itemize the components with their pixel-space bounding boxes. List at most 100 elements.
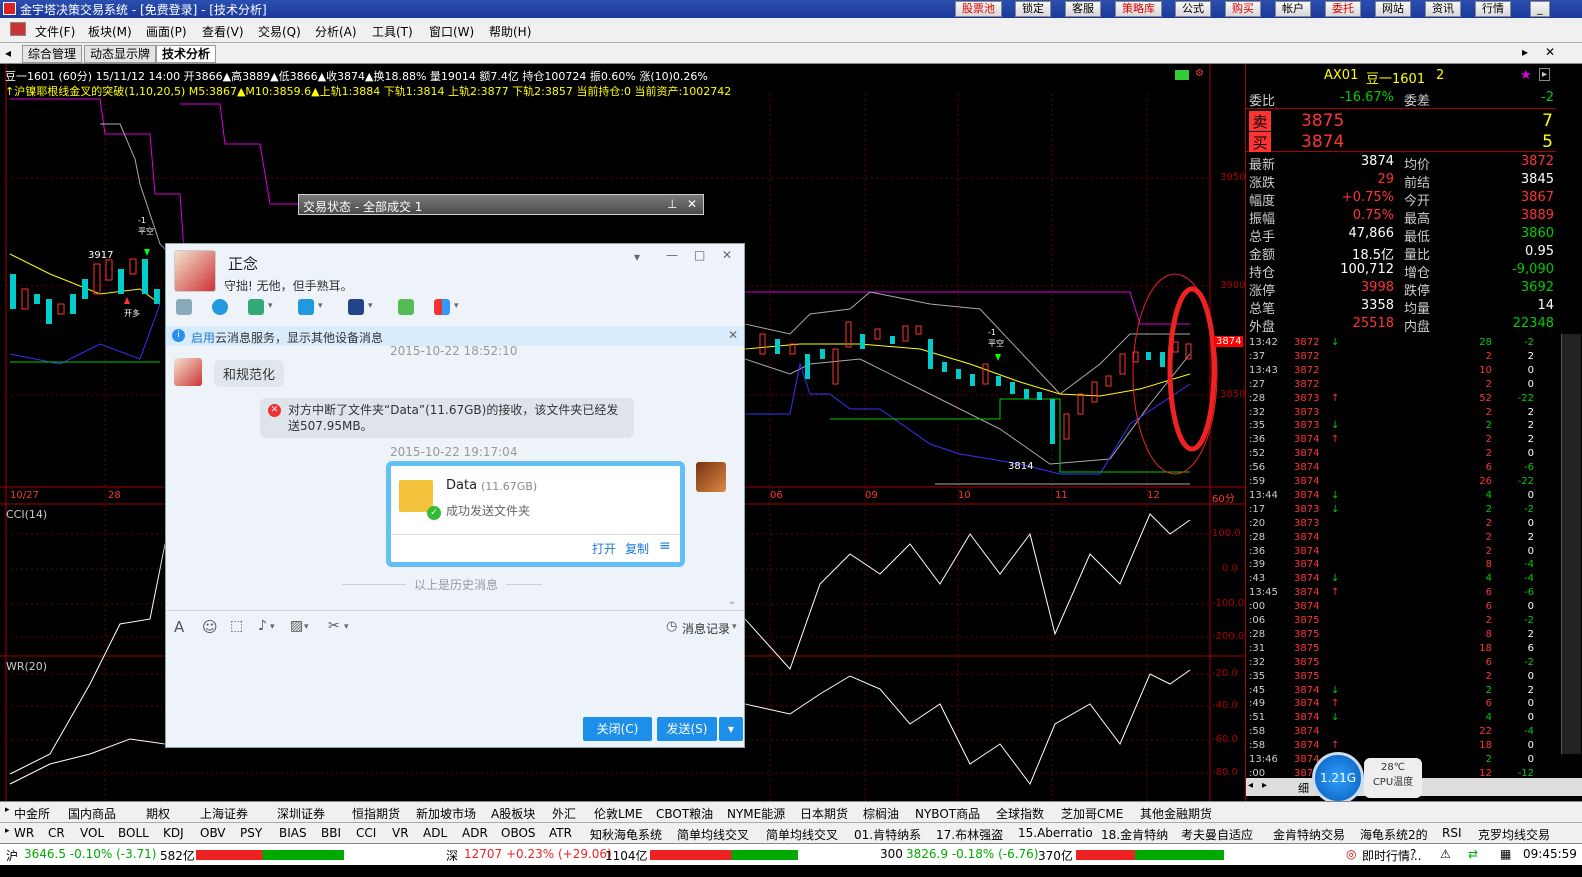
indicator-item[interactable]: 17.布林强盗 [936, 826, 1003, 843]
indicator-item[interactable]: CCI [356, 826, 376, 840]
indicator-item[interactable]: BIAS [279, 826, 307, 840]
chevron-down-icon[interactable]: ▾ [344, 622, 349, 632]
menu-window[interactable]: 窗口(W) [429, 23, 474, 40]
market-item[interactable]: 外汇 [552, 805, 576, 822]
notice-link[interactable]: 启用 [191, 329, 215, 346]
tab-management[interactable]: 综合管理 [22, 45, 83, 63]
indicator-item[interactable]: 简单均线交叉 [766, 826, 838, 843]
indicator-item[interactable]: CR [48, 826, 65, 840]
minimize-icon[interactable]: _ [1530, 1, 1550, 17]
message-record-button[interactable]: 消息记录 [682, 620, 730, 637]
screenshot-icon[interactable]: ⬚ [230, 618, 243, 634]
market-item[interactable]: 国内商品 [68, 805, 116, 822]
indicator-item[interactable]: ADL [423, 826, 447, 840]
indicator-item[interactable]: 简单均线交叉 [677, 826, 749, 843]
warning-icon[interactable]: ⚠ [1440, 847, 1451, 861]
title-button-strategy[interactable]: 策略库 [1115, 1, 1162, 17]
dropdown-icon[interactable]: ▾ [634, 250, 640, 264]
indicator-item[interactable]: ADR [462, 826, 488, 840]
image-icon[interactable]: ▨ [290, 618, 303, 634]
menu-trade[interactable]: 交易(Q) [258, 23, 301, 40]
market-item[interactable]: 恒指期货 [352, 805, 400, 822]
pin-icon[interactable]: ⊥ [667, 197, 677, 211]
market-item[interactable]: 新加坡市场 [416, 805, 476, 822]
chevron-down-icon[interactable]: ▾ [318, 301, 323, 311]
file-card[interactable]: ✓ Data (11.67GB) 成功发送文件夹 打开 复制 ≡ [386, 461, 685, 567]
remote-desktop-icon[interactable] [348, 299, 364, 315]
help-icon[interactable]: ? [1410, 847, 1416, 861]
clock-icon[interactable]: ◷ [666, 619, 677, 634]
video-call-icon[interactable] [212, 299, 228, 315]
emoji-icon[interactable]: ☺ [202, 618, 218, 636]
market-item[interactable]: 其他金融期货 [1140, 805, 1212, 822]
title-button-account[interactable]: 帐户 [1275, 1, 1311, 17]
market-item[interactable]: CBOT粮油 [656, 805, 713, 822]
send-button[interactable]: 发送(S) [657, 717, 717, 741]
new-discussion-icon[interactable] [398, 299, 414, 315]
indicator-item[interactable]: 18.金肯特纳 [1101, 826, 1168, 843]
title-button-news[interactable]: 资讯 [1425, 1, 1461, 17]
indicator-item[interactable]: OBV [200, 826, 226, 840]
indicator-item[interactable]: VR [392, 826, 409, 840]
chevron-down-icon[interactable]: ▾ [268, 301, 273, 311]
font-icon[interactable]: A [174, 618, 184, 636]
right-arrow-icon[interactable]: ▸ [1262, 780, 1267, 791]
title-button-order[interactable]: 委托 [1325, 1, 1361, 17]
chevron-down-icon[interactable]: ▾ [454, 301, 459, 311]
contact-avatar[interactable] [174, 250, 216, 292]
chat-window[interactable]: 正念 守拙! 无他，但手熟耳。 ▾ — □ ✕ ▾ ▾ ▾ ▾ i 启用 云消息… [165, 243, 745, 748]
chevron-down-icon[interactable]: ▾ [368, 301, 373, 311]
calculator-icon[interactable]: ▦ [1500, 847, 1511, 861]
market-item[interactable]: NYME能源 [727, 805, 785, 822]
title-button-buy[interactable]: 购买 [1225, 1, 1261, 17]
menu-help[interactable]: 帮助(H) [489, 23, 531, 40]
market-item[interactable]: 中金所 [14, 805, 50, 822]
market-item[interactable]: 深圳证券 [277, 805, 325, 822]
contact-avatar-small[interactable] [174, 358, 202, 386]
realtime-icon[interactable]: ◎ [1346, 847, 1356, 861]
apps-icon[interactable] [434, 299, 450, 315]
menu-screen[interactable]: 画面(P) [146, 23, 187, 40]
tab-technical-analysis[interactable]: 技术分析 [156, 45, 217, 63]
indicator-item[interactable]: PSY [240, 826, 262, 840]
indicator-item[interactable]: 01.肯特纳系 [854, 826, 921, 843]
my-avatar[interactable] [696, 462, 726, 492]
file-menu-icon[interactable]: ≡ [659, 538, 671, 554]
market-item[interactable]: 芝加哥CME [1061, 805, 1123, 822]
title-button-formula[interactable]: 公式 [1175, 1, 1211, 17]
market-item[interactable]: 日本期货 [800, 805, 848, 822]
indicator-icon[interactable] [1175, 70, 1189, 80]
file-open-link[interactable]: 打开 [592, 540, 616, 557]
indicator-item[interactable]: BOLL [118, 826, 149, 840]
notice-close-icon[interactable]: ✕ [728, 328, 738, 342]
tick-scrollbar[interactable] [1561, 334, 1581, 754]
file-copy-link[interactable]: 复制 [625, 540, 649, 557]
market-item[interactable]: A股板块 [491, 805, 535, 822]
share-screen-icon[interactable] [248, 299, 264, 315]
indicator-item[interactable]: 海龟系统2的 [1360, 826, 1428, 843]
window-minimize-icon[interactable]: — [666, 248, 678, 262]
close-button[interactable]: 关闭(C) [583, 717, 652, 741]
toolbar-arrow-icon[interactable]: ▸ [5, 826, 10, 836]
quote-menu-icon[interactable]: ▸ [1539, 68, 1551, 81]
scissors-icon[interactable]: ✂ [328, 618, 340, 634]
toolbar-arrow-icon[interactable]: ▸ [5, 805, 10, 815]
tab-next-icon[interactable]: ▸ [1522, 45, 1528, 59]
tab-dynamic-board[interactable]: 动态显示牌 [84, 45, 157, 63]
menu-file[interactable]: 文件(F) [35, 23, 75, 40]
menu-tools[interactable]: 工具(T) [372, 23, 413, 40]
menu-analysis[interactable]: 分析(A) [315, 23, 357, 40]
chevron-down-icon[interactable]: ▾ [732, 622, 737, 632]
market-item[interactable]: 全球指数 [996, 805, 1044, 822]
indicator-item[interactable]: 知秋海龟系统 [590, 826, 662, 843]
tab-prev-icon[interactable]: ◂ [5, 46, 11, 60]
trade-status-window[interactable]: 交易状态 - 全部成交 1 ⊥ ✕ [298, 194, 704, 215]
title-button-service[interactable]: 客服 [1065, 1, 1101, 17]
indicator-item[interactable]: 15.Aberratio [1018, 826, 1093, 840]
indicator-item[interactable]: KDJ [163, 826, 184, 840]
indicator-item[interactable]: OBOS [501, 826, 536, 840]
settings-icon[interactable]: ⚙ [1195, 68, 1204, 79]
quote-star-icon[interactable]: ★ [1520, 68, 1532, 83]
window-maximize-icon[interactable]: □ [694, 248, 705, 262]
title-button-stock-pool[interactable]: 股票池 [955, 1, 1002, 17]
